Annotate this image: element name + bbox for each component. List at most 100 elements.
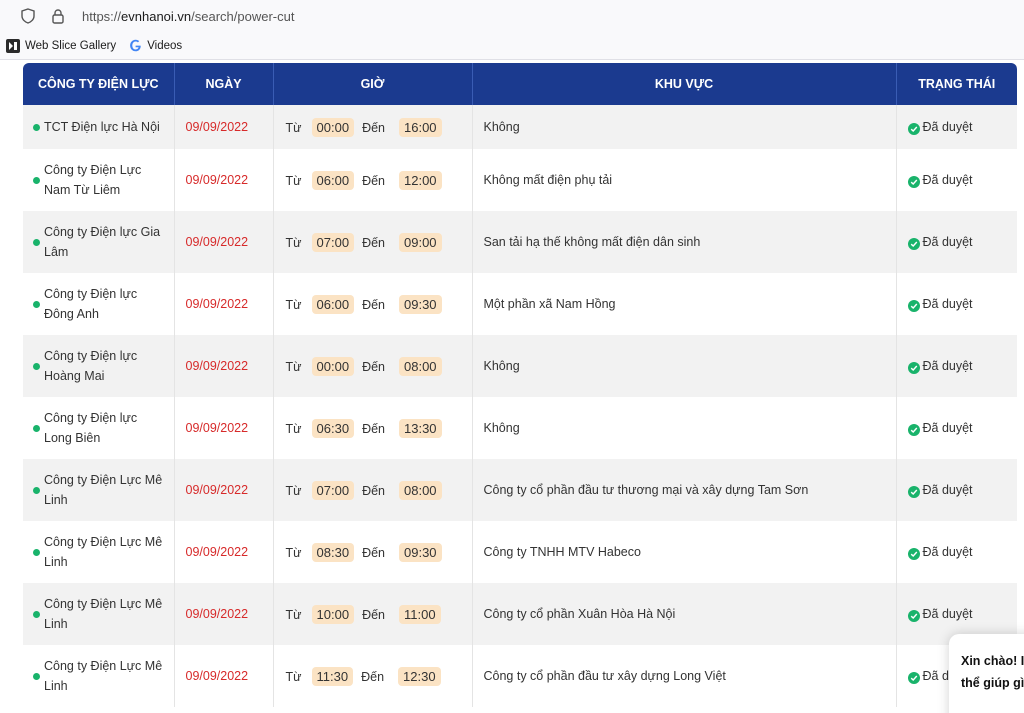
- time-to-badge: 12:30: [398, 666, 441, 686]
- company-name: Công ty Điện Lực Nam Từ Liêm: [44, 163, 142, 197]
- check-circle-icon: [907, 547, 920, 560]
- company-name: Công ty Điện lực Hoàng Mai: [44, 349, 138, 383]
- from-label: Từ: [285, 421, 302, 436]
- cell-date: 09/09/2022: [174, 583, 274, 645]
- header-area: KHU VỰC: [472, 63, 897, 105]
- from-label: Từ: [285, 483, 302, 498]
- status-dot-icon: [33, 123, 40, 131]
- bookmarks-bar: Web Slice Gallery Videos: [0, 32, 1024, 60]
- cell-area: Công ty cổ phần đầu tư thương mại và xây…: [472, 459, 897, 521]
- time-to-badge: 13:30: [399, 418, 442, 438]
- table-row: Công ty Điện lực Đông Anh 09/09/2022 Từ 06:…: [23, 273, 1017, 335]
- time-to-badge: 09:30: [399, 542, 442, 562]
- cell-company: Công ty Điện Lực Mê Linh: [23, 583, 175, 645]
- check-circle-icon: [907, 361, 920, 374]
- cell-company: Công ty Điện Lực Mê Linh: [23, 459, 175, 521]
- to-label: Đến: [362, 359, 385, 374]
- bookmark-label: Web Slice Gallery: [25, 39, 117, 52]
- cell-date: 09/09/2022: [174, 645, 274, 707]
- time-from-badge: 10:00: [311, 604, 355, 624]
- table-row: Công ty Điện Lực Mê Linh 09/09/2022 Từ 11:3…: [23, 645, 1017, 707]
- company-name: Công ty Điện Lực Mê Linh: [44, 535, 163, 569]
- time-from-badge: 11:30: [311, 666, 354, 686]
- company-name: Công ty Điện lực Gia Lâm: [44, 225, 161, 259]
- cell-company: TCT Điện lực Hà Nội: [23, 105, 175, 149]
- to-label: Đến: [362, 607, 385, 622]
- status-dot-icon: [33, 362, 40, 370]
- time-from-badge: 06:00: [311, 170, 355, 190]
- cell-company: Công ty Điện lực Gia Lâm: [23, 211, 175, 273]
- time-to-badge: 08:00: [399, 480, 442, 500]
- table-row: Công ty Điện lực Gia Lâm 09/09/2022 Từ 07:0…: [23, 211, 1017, 273]
- status-dot-icon: [33, 238, 40, 246]
- cell-area: Không: [472, 397, 897, 459]
- chat-widget[interactable]: Xin chào! I thể giúp gì: [949, 634, 1024, 713]
- status-dot-icon: [33, 610, 40, 618]
- status-dot-icon: [33, 176, 40, 184]
- cell-status: Đã duyệt: [896, 459, 1017, 521]
- table-row: Công ty Điện Lực Mê Linh 09/09/2022 Từ 08:3…: [23, 521, 1017, 583]
- cell-status: Đã duyệt: [896, 149, 1017, 211]
- time-to-badge: 11:00: [399, 604, 441, 624]
- check-circle-icon: [907, 237, 920, 250]
- time-to-badge: 16:00: [399, 117, 442, 137]
- url-text[interactable]: https://evnhanoi.vn/search/power-cut: [82, 9, 294, 24]
- status-badge: Đã duyệt: [922, 234, 973, 249]
- table-row: TCT Điện lực Hà Nội 09/09/2022 Từ 00:00 Đến 1…: [23, 105, 1017, 149]
- shield-icon[interactable]: [20, 8, 36, 24]
- address-bar[interactable]: https://evnhanoi.vn/search/power-cut: [0, 0, 1024, 32]
- status-dot-icon: [33, 672, 40, 680]
- status-badge: Đã duyệt: [922, 606, 973, 621]
- check-circle-icon: [907, 609, 920, 622]
- company-name: TCT Điện lực Hà Nội: [44, 120, 160, 134]
- to-label: Đến: [362, 421, 385, 436]
- company-name: Công ty Điện Lực Mê Linh: [44, 597, 163, 631]
- from-label: Từ: [285, 545, 302, 560]
- bookmark-web-slice-gallery[interactable]: Web Slice Gallery: [6, 38, 117, 53]
- cell-date: 09/09/2022: [174, 105, 274, 149]
- time-to-badge: 09:30: [399, 294, 442, 314]
- status-badge: Đã duyệt: [922, 358, 973, 373]
- from-label: Từ: [285, 297, 302, 312]
- time-to-badge: 12:00: [399, 170, 442, 190]
- cell-area: Công ty cổ phần Xuân Hòa Hà Nội: [472, 583, 897, 645]
- status-dot-icon: [33, 548, 40, 556]
- cell-time: Từ 06:30 Đến 13:30: [273, 397, 473, 459]
- to-label: Đến: [362, 483, 385, 498]
- time-to-badge: 08:00: [399, 356, 442, 376]
- table-row: Công ty Điện Lực Nam Từ Liêm 09/09/2022 Từ…: [23, 149, 1017, 211]
- status-badge: Đã duyệt: [922, 119, 973, 134]
- cell-area: Không: [472, 335, 897, 397]
- cell-area: Công ty TNHH MTV Habeco: [472, 521, 897, 583]
- table-row: Công ty Điện Lực Mê Linh 09/09/2022 Từ 07:0…: [23, 459, 1017, 521]
- cell-time: Từ 06:00 Đến 09:30: [273, 273, 473, 335]
- time-from-badge: 06:30: [311, 418, 355, 438]
- cell-company: Công ty Điện Lực Mê Linh: [23, 645, 175, 707]
- to-label: Đến: [362, 173, 385, 188]
- cell-company: Công ty Điện lực Đông Anh: [23, 273, 175, 335]
- table-header-row: CÔNG TY ĐIỆN LỰC NGÀY GIỜ KHU VỰC TRẠNG …: [23, 63, 1017, 105]
- to-label: Đến: [362, 235, 385, 250]
- cell-area: Không: [472, 105, 897, 149]
- status-dot-icon: [33, 424, 40, 432]
- url-domain: evnhanoi.vn: [121, 8, 192, 24]
- cell-time: Từ 06:00 Đến 12:00: [273, 149, 473, 211]
- to-label: Đến: [361, 669, 385, 684]
- status-badge: Đã duyệt: [922, 544, 973, 559]
- header-status: TRẠNG THÁI: [896, 63, 1017, 105]
- company-name: Công ty Điện Lực Mê Linh: [44, 659, 163, 693]
- cell-status: Đã duyệt: [896, 521, 1017, 583]
- check-circle-icon: [907, 485, 920, 498]
- check-circle-icon: [907, 423, 920, 436]
- cell-date: 09/09/2022: [174, 273, 274, 335]
- time-from-badge: 00:00: [311, 117, 355, 137]
- cell-company: Công ty Điện Lực Nam Từ Liêm: [23, 149, 175, 211]
- table-row: Công ty Điện lực Hoàng Mai 09/09/2022 Từ 00…: [23, 335, 1017, 397]
- cell-date: 09/09/2022: [174, 521, 274, 583]
- time-from-badge: 06:00: [311, 294, 355, 314]
- cell-company: Công ty Điện Lực Mê Linh: [23, 521, 175, 583]
- bookmark-videos[interactable]: Videos: [128, 39, 182, 53]
- lock-icon[interactable]: [50, 8, 66, 24]
- cell-area: Không mất điện phụ tải: [472, 149, 897, 211]
- company-name: Công ty Điện lực Đông Anh: [44, 287, 138, 321]
